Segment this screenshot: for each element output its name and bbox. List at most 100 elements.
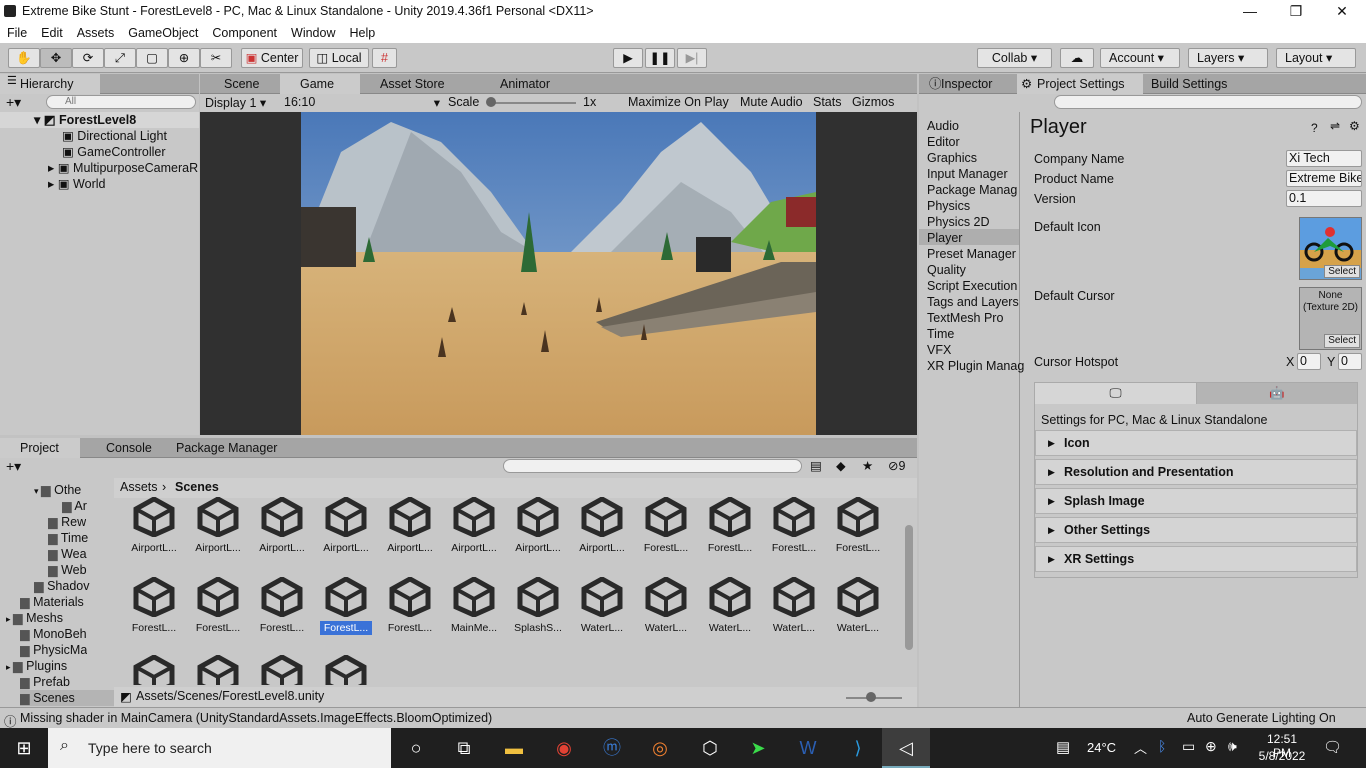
windows-start-icon[interactable]: ⊞ xyxy=(0,728,48,768)
folder-item[interactable]: ▆ Prefab xyxy=(20,674,70,690)
scene-asset[interactable] xyxy=(250,655,314,685)
hierarchy-search-input[interactable]: All xyxy=(46,95,196,109)
pivot-center-button[interactable]: ▣ Center xyxy=(241,48,303,68)
play-button[interactable]: ▶ xyxy=(613,48,643,68)
settings-category[interactable]: Player xyxy=(927,230,962,246)
mail-app-icon[interactable]: ⓜ xyxy=(588,728,636,768)
hierarchy-item[interactable]: ▸ ▣ MultipurposeCameraR xyxy=(48,160,198,176)
scene-asset[interactable]: AirportL... xyxy=(250,497,314,573)
settings-gear-icon[interactable]: ⚙ xyxy=(1349,119,1360,133)
clock-date[interactable]: 5/8/2022 xyxy=(1258,749,1306,763)
word-icon[interactable]: W xyxy=(784,728,832,768)
stats-toggle[interactable]: Stats xyxy=(813,95,842,109)
tab-animator[interactable]: Animator xyxy=(480,74,590,94)
menu-help[interactable]: Help xyxy=(342,23,382,43)
hotspot-x-field[interactable]: 0 xyxy=(1297,353,1321,370)
filter-label-icon[interactable]: ◆ xyxy=(836,458,846,473)
expand-arrow-icon[interactable]: ▸ xyxy=(6,662,13,672)
unity-hub-icon[interactable]: ⬡ xyxy=(686,728,734,768)
tab-build-settings[interactable]: Build Settings xyxy=(1131,74,1241,94)
scale-tool-icon[interactable]: ⤢ xyxy=(104,48,136,68)
menu-edit[interactable]: Edit xyxy=(34,23,70,43)
asset-scrollbar[interactable] xyxy=(904,500,914,683)
folder-item[interactable]: ▆ Shadov xyxy=(34,578,90,594)
status-message[interactable]: Missing shader in MainCamera (UnityStand… xyxy=(20,711,492,725)
scene-asset[interactable]: AirportL... xyxy=(186,497,250,573)
device-icon[interactable]: ▭ xyxy=(1182,738,1195,755)
icon-size-slider-handle[interactable] xyxy=(866,692,876,702)
rotate-tool-icon[interactable]: ⟳ xyxy=(72,48,104,68)
menu-component[interactable]: Component xyxy=(205,23,284,43)
tab-game[interactable]: Game xyxy=(280,74,360,94)
game-viewport[interactable] xyxy=(200,112,917,435)
display-dropdown[interactable]: Display 1 ▾ xyxy=(205,95,266,110)
task-view-icon[interactable]: ⧉ xyxy=(440,728,488,768)
settings-category[interactable]: Audio xyxy=(927,118,959,134)
hierarchy-item[interactable]: ▣ GameController xyxy=(62,144,166,160)
scene-asset[interactable]: AirportL... xyxy=(506,497,570,573)
scene-asset[interactable]: WaterL... xyxy=(698,577,762,653)
folder-item[interactable]: ▆ Wea xyxy=(48,546,87,562)
scene-asset[interactable]: AirportL... xyxy=(378,497,442,573)
settings-category[interactable]: Tags and Layers xyxy=(927,294,1019,310)
folder-item[interactable]: ▆ Scenes xyxy=(20,690,114,706)
layers-dropdown[interactable]: Layers ▾ xyxy=(1188,48,1268,68)
hierarchy-item[interactable]: ▸ ▣ World xyxy=(48,176,105,192)
close-button[interactable]: ✕ xyxy=(1319,0,1365,23)
project-search-input[interactable] xyxy=(503,459,802,473)
folder-item[interactable]: ▆ PhysicMa xyxy=(20,642,87,658)
settings-category[interactable]: Graphics xyxy=(927,150,977,166)
scene-asset[interactable]: WaterL... xyxy=(570,577,634,653)
layout-dropdown[interactable]: Layout ▾ xyxy=(1276,48,1356,68)
maximize-on-play-toggle[interactable]: Maximize On Play xyxy=(628,95,729,109)
splash-image-section[interactable]: ▶ Splash Image xyxy=(1035,488,1357,514)
settings-category[interactable]: XR Plugin Manag xyxy=(927,358,1024,374)
tab-package-manager[interactable]: Package Manager xyxy=(156,438,286,458)
mute-audio-toggle[interactable]: Mute Audio xyxy=(740,95,803,109)
expand-arrow-icon[interactable]: ▸ xyxy=(6,614,13,624)
pivot-local-button[interactable]: ◫ Local xyxy=(309,48,369,68)
scene-asset[interactable]: ForestL... xyxy=(250,577,314,653)
settings-category[interactable]: Editor xyxy=(927,134,960,150)
settings-category[interactable]: TextMesh Pro xyxy=(927,310,1003,326)
default-cursor-select-button[interactable]: Select xyxy=(1324,334,1360,348)
pause-button[interactable]: ❚❚ xyxy=(645,48,675,68)
scene-asset[interactable]: ForestL... xyxy=(122,577,186,653)
media-app-icon[interactable]: ➤ xyxy=(734,728,782,768)
folder-item[interactable]: ▆ MonoBeh xyxy=(20,626,87,642)
resolution-section[interactable]: ▶ Resolution and Presentation xyxy=(1035,459,1357,485)
tab-inspector[interactable]: ⓘ Inspector xyxy=(921,74,1017,94)
scene-asset[interactable]: WaterL... xyxy=(634,577,698,653)
default-icon-picker[interactable]: Select xyxy=(1299,217,1362,280)
vscode-icon[interactable]: ⟩ xyxy=(834,728,882,768)
settings-category[interactable]: Input Manager xyxy=(927,166,1008,182)
menu-file[interactable]: File xyxy=(0,23,34,43)
default-cursor-picker[interactable]: None (Texture 2D) Select xyxy=(1299,287,1362,350)
menu-assets[interactable]: Assets xyxy=(70,23,122,43)
other-settings-section[interactable]: ▶ Other Settings xyxy=(1035,517,1357,543)
folder-item[interactable]: ▸ ▆ Meshs xyxy=(6,610,63,626)
taskbar-search-box[interactable]: ⌕ Type here to search xyxy=(48,728,391,768)
cortana-icon[interactable]: ○ xyxy=(392,728,440,768)
scene-asset[interactable]: ForestL... xyxy=(826,497,890,573)
chrome-icon[interactable]: ◉ xyxy=(540,728,588,768)
move-tool-icon[interactable]: ✥ xyxy=(40,48,72,68)
step-button[interactable]: ▶| xyxy=(677,48,707,68)
android-platform-tab[interactable]: 🤖 xyxy=(1197,383,1357,404)
scene-asset[interactable]: ForestL... xyxy=(186,577,250,653)
cloud-icon[interactable]: ☁ xyxy=(1060,48,1094,68)
maximize-button[interactable]: ❐ xyxy=(1273,0,1319,23)
scene-asset[interactable]: AirportL... xyxy=(570,497,634,573)
volume-icon[interactable]: 🕪 xyxy=(1228,738,1237,755)
snap-icon[interactable]: # xyxy=(372,48,397,68)
expand-arrow-icon[interactable]: ▾ xyxy=(34,486,41,496)
tab-scene[interactable]: Scene xyxy=(204,74,280,94)
settings-category[interactable]: Preset Manager xyxy=(927,246,1016,262)
temperature[interactable]: 24°C xyxy=(1087,740,1116,755)
settings-category[interactable]: Physics xyxy=(927,198,970,214)
filter-type-icon[interactable]: ▤ xyxy=(810,458,822,473)
bluetooth-icon[interactable]: ᛒ xyxy=(1158,738,1166,754)
scene-root[interactable]: ▾ ◩ ForestLevel8 xyxy=(34,112,136,128)
notifications-icon[interactable]: 🗨 xyxy=(1323,738,1342,756)
transform-tool-icon[interactable]: ⊕ xyxy=(168,48,200,68)
